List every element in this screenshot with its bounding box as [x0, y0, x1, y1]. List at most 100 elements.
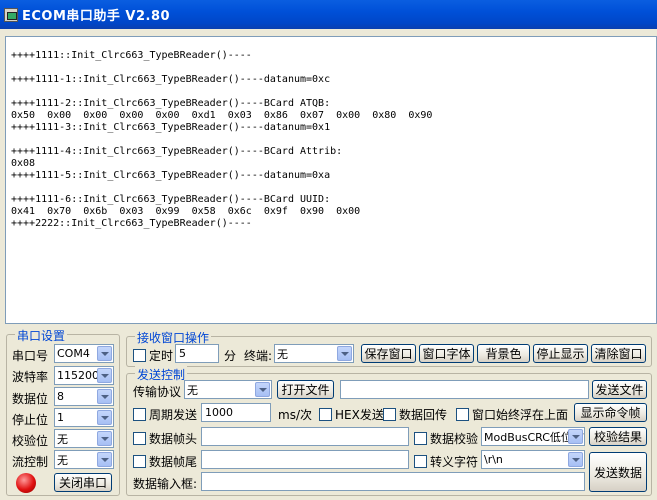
hex-send-checkbox[interactable]: HEX发送: [319, 406, 384, 423]
chevron-down-icon[interactable]: [97, 431, 112, 446]
cyclic-send-label: 周期发送: [149, 408, 198, 422]
interval-unit-label: ms/次: [278, 408, 312, 422]
stopbits-select[interactable]: 1: [54, 408, 114, 427]
port-status-led-icon: [16, 473, 36, 493]
port-value: COM4: [57, 347, 90, 360]
checkbox-icon[interactable]: [133, 408, 146, 421]
checkbox-icon[interactable]: [133, 349, 146, 362]
receive-line: ++++1111-4::Init_Clrc663_TypeBReader()--…: [11, 146, 343, 157]
chevron-down-icon[interactable]: [97, 410, 112, 425]
flow-label: 流控制: [12, 455, 49, 469]
minute-label: 分: [224, 349, 237, 363]
receive-line: 0x41 0x70 0x6b 0x03 0x99 0x58 0x6c 0x9f …: [11, 206, 361, 217]
timer-checkbox[interactable]: 定时: [133, 347, 173, 364]
checksum-label: 数据校验: [430, 432, 479, 446]
data-echo-checkbox[interactable]: 数据回传: [383, 406, 447, 423]
stopbits-value: 1: [57, 411, 64, 424]
stopbits-label: 停止位: [12, 413, 49, 427]
chevron-down-icon[interactable]: [255, 382, 270, 397]
checkbox-icon[interactable]: [456, 408, 469, 421]
protocol-value: 无: [187, 383, 198, 397]
frame-header-label: 数据帧头: [149, 432, 198, 446]
checkbox-icon[interactable]: [133, 455, 146, 468]
frame-header-input[interactable]: [201, 427, 409, 446]
open-file-button[interactable]: 打开文件: [277, 380, 334, 399]
baud-select[interactable]: 115200: [54, 366, 114, 385]
save-window-button[interactable]: 保存窗口: [361, 344, 416, 363]
cyclic-send-checkbox[interactable]: 周期发送: [133, 406, 197, 423]
receive-line: ++++1111::Init_Clrc663_TypeBReader()----: [11, 50, 252, 61]
parity-label: 校验位: [12, 434, 49, 448]
receive-line: [11, 134, 432, 146]
escape-char-checkbox[interactable]: 转义字符: [414, 453, 478, 470]
parity-value: 无: [57, 432, 68, 446]
hex-send-label: HEX发送: [335, 408, 384, 422]
receive-line: 0x08: [11, 158, 36, 169]
port-label: 串口号: [12, 349, 49, 363]
databits-value: 8: [57, 390, 64, 403]
checksum-checkbox[interactable]: 数据校验: [414, 430, 478, 447]
receive-line: ++++1111-2::Init_Clrc663_TypeBReader()--…: [11, 98, 331, 109]
receive-text-area[interactable]: ++++1111::Init_Clrc663_TypeBReader()----…: [5, 36, 657, 324]
chevron-down-icon[interactable]: [568, 452, 583, 467]
terminator-label: 终端:: [244, 349, 273, 363]
databits-label: 数据位: [12, 392, 49, 406]
chevron-down-icon[interactable]: [568, 429, 583, 444]
send-file-button[interactable]: 发送文件: [592, 380, 647, 399]
app-icon[interactable]: [4, 7, 18, 22]
frame-tail-checkbox[interactable]: 数据帧尾: [133, 453, 197, 470]
timer-label: 定时: [149, 349, 174, 363]
flow-select[interactable]: 无: [54, 450, 114, 469]
send-control-title: 发送控制: [135, 366, 188, 383]
data-input-label: 数据输入框:: [133, 477, 198, 491]
checksum-result-button[interactable]: 校验结果: [589, 427, 647, 446]
checkbox-icon[interactable]: [133, 432, 146, 445]
checksum-select[interactable]: ModBusCRC低位在前: [481, 427, 585, 446]
parity-select[interactable]: 无: [54, 429, 114, 448]
close-port-button[interactable]: 关闭串口: [54, 473, 112, 492]
stop-display-button[interactable]: 停止显示: [533, 344, 588, 363]
frame-tail-label: 数据帧尾: [149, 455, 198, 469]
baud-value: 115200: [57, 369, 99, 382]
background-color-button[interactable]: 背景色: [477, 344, 530, 363]
protocol-label: 传输协议: [133, 385, 182, 399]
serial-settings-title: 串口设置: [15, 327, 68, 344]
receive-line: ++++1111-1::Init_Clrc663_TypeBReader()--…: [11, 74, 331, 85]
chevron-down-icon[interactable]: [337, 346, 352, 361]
baud-label: 波特率: [12, 370, 49, 384]
timer-input[interactable]: 5: [175, 344, 219, 363]
escape-char-select[interactable]: \r\n: [481, 450, 585, 469]
frame-tail-input[interactable]: [201, 450, 409, 469]
file-path-input[interactable]: [340, 380, 589, 399]
protocol-select[interactable]: 无: [184, 380, 272, 399]
frame-header-checkbox[interactable]: 数据帧头: [133, 430, 197, 447]
escape-char-label: 转义字符: [430, 455, 479, 469]
checkbox-icon[interactable]: [319, 408, 332, 421]
receive-line: ++++1111-5::Init_Clrc663_TypeBReader()--…: [11, 170, 331, 181]
always-on-top-label: 窗口始终浮在上面: [472, 408, 569, 422]
data-input-field[interactable]: [201, 472, 585, 491]
window-title: ECOM串口助手 V2.80: [22, 9, 171, 24]
clear-window-button[interactable]: 清除窗口: [591, 344, 646, 363]
port-select[interactable]: COM4: [54, 344, 114, 363]
receive-line: ++++1111-6::Init_Clrc663_TypeBReader()--…: [11, 194, 331, 205]
checkbox-icon[interactable]: [414, 432, 427, 445]
chevron-down-icon[interactable]: [97, 452, 112, 467]
checkbox-icon[interactable]: [414, 455, 427, 468]
chevron-down-icon[interactable]: [97, 389, 112, 404]
receive-line: [11, 182, 432, 194]
send-data-button[interactable]: 发送数据: [589, 452, 647, 492]
receive-line: 0x50 0x00 0x00 0x00 0x00 0xd1 0x03 0x86 …: [11, 110, 433, 121]
chevron-down-icon[interactable]: [97, 368, 112, 383]
window-font-button[interactable]: 窗口字体: [419, 344, 474, 363]
databits-select[interactable]: 8: [54, 387, 114, 406]
chevron-down-icon[interactable]: [97, 346, 112, 361]
show-command-frame-button[interactable]: 显示命令帧: [574, 403, 647, 422]
title-bar: ECOM串口助手 V2.80: [0, 0, 657, 29]
always-on-top-checkbox[interactable]: 窗口始终浮在上面: [456, 406, 568, 423]
terminator-select[interactable]: 无: [274, 344, 354, 363]
receive-log: ++++1111::Init_Clrc663_TypeBReader()----…: [11, 50, 432, 230]
checkbox-icon[interactable]: [383, 408, 396, 421]
receive-line: [11, 86, 432, 98]
cyclic-interval-input[interactable]: 1000: [201, 403, 271, 422]
